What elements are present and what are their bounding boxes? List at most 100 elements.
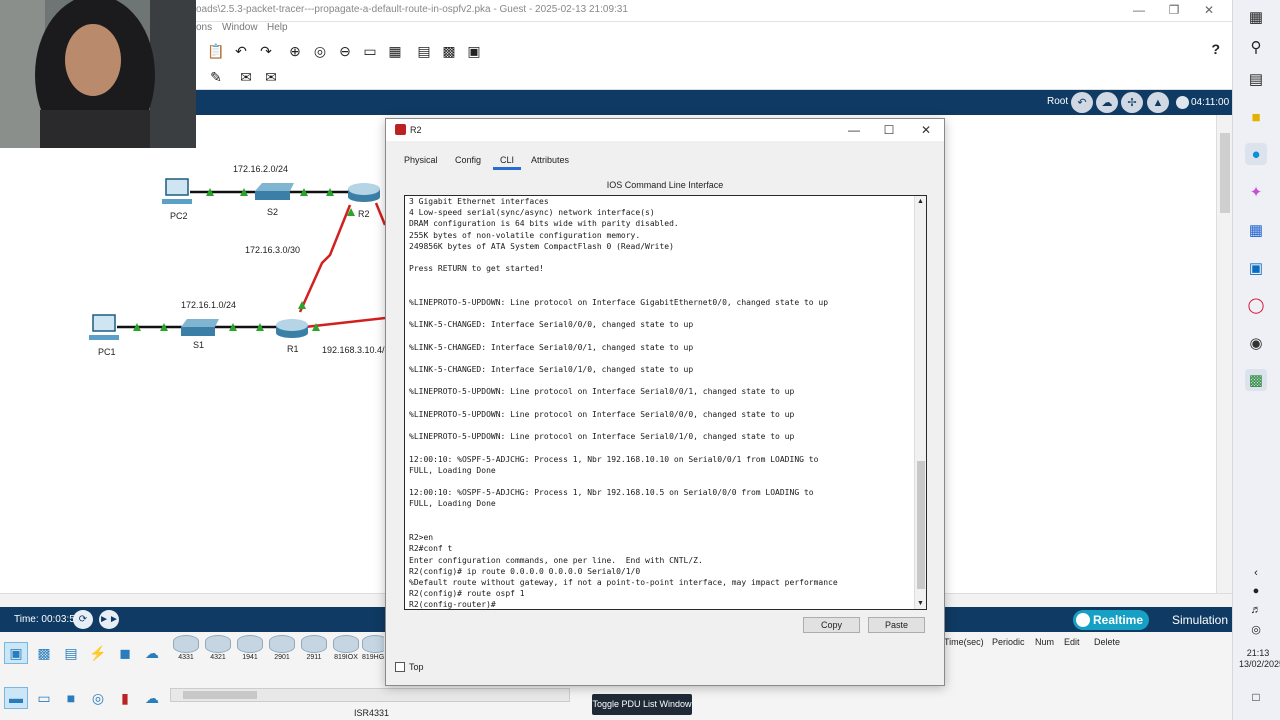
model-819hg[interactable]: 819HG	[362, 635, 384, 665]
device-label-pc1[interactable]: PC1	[98, 347, 116, 357]
restore-button[interactable]: ❐	[1157, 1, 1191, 19]
scroll-up-icon[interactable]: ▲	[917, 198, 924, 205]
switch-s2-icon	[255, 183, 294, 200]
model-819iox[interactable]: 819IOX	[331, 635, 361, 665]
device-label-pc2[interactable]: PC2	[170, 211, 188, 221]
search-icon[interactable]: ⚲	[1245, 36, 1267, 58]
network-devices-category-icon[interactable]: ▣	[4, 642, 28, 664]
connections-category-icon[interactable]: ⚡	[86, 642, 110, 664]
packet-tracer-icon[interactable]: ▩	[1245, 369, 1267, 391]
paste-icon[interactable]: 📋	[206, 41, 226, 61]
copilot-icon[interactable]: ✦	[1245, 181, 1267, 203]
security-subcategory-icon[interactable]: ▮	[113, 687, 137, 709]
mail-icon[interactable]: ✉	[236, 67, 256, 87]
cli-output: 3 Gigabit Ethernet interfaces 4 Low-spee…	[409, 197, 838, 610]
r2-device-window: R2 — ☐ ✕ Physical Config CLI Attributes …	[385, 118, 945, 686]
image-icon[interactable]: ▣	[464, 41, 484, 61]
cloud-icon[interactable]: ☁	[1096, 92, 1118, 113]
menu-window[interactable]: Window	[222, 22, 258, 33]
device-label-s1[interactable]: S1	[193, 340, 204, 350]
wan-emulation-subcategory-icon[interactable]: ☁	[140, 687, 164, 709]
menu-options[interactable]: ons	[196, 22, 212, 33]
menu-help[interactable]: Help	[267, 22, 288, 33]
document-icon[interactable]: ▤	[414, 41, 434, 61]
opera-icon[interactable]: ◯	[1245, 294, 1267, 316]
device-label-r1[interactable]: R1	[287, 344, 299, 354]
realtime-button[interactable]: Realtime	[1073, 610, 1149, 630]
components-category-icon[interactable]: ▤	[59, 642, 83, 664]
device-label-r2[interactable]: R2	[358, 209, 370, 219]
model-scrollbar[interactable]	[170, 688, 570, 702]
routers-subcategory-icon[interactable]: ▬	[4, 687, 28, 709]
inspect-icon[interactable]: ✎	[206, 67, 226, 87]
undo-icon[interactable]: ↶	[231, 41, 251, 61]
landscape-icon[interactable]: ▲	[1147, 92, 1169, 113]
model-2901[interactable]: 2901	[267, 635, 297, 665]
network-icon[interactable]: ◎	[1245, 618, 1267, 640]
simulation-label: Simulation	[1172, 613, 1229, 627]
model-4321[interactable]: 4321	[203, 635, 233, 665]
realtime-label: Realtime	[1093, 613, 1144, 627]
r2-minimize-button[interactable]: —	[839, 121, 869, 139]
windows-taskbar: ▦ ⚲ ▤ ■ ● ✦ ▦ ▣ ◯ ◉ ▩ ‹ ● ♬ ◎ 21:13 13/0…	[1232, 0, 1280, 720]
model-4331[interactable]: 4331	[171, 635, 201, 665]
model-1941[interactable]: 1941	[235, 635, 265, 665]
r2-close-button[interactable]: ✕	[911, 121, 941, 139]
minimize-button[interactable]: —	[1122, 1, 1156, 19]
device-label-s2[interactable]: S2	[267, 207, 278, 217]
wireless-subcategory-icon[interactable]: ◎	[86, 687, 110, 709]
rectangle-icon[interactable]: ▭	[360, 41, 380, 61]
copy-button[interactable]: Copy	[803, 617, 860, 633]
workspace-vertical-scrollbar[interactable]	[1216, 115, 1232, 593]
windows-start-icon[interactable]: ▦	[1245, 6, 1267, 28]
cli-terminal[interactable]: 3 Gigabit Ethernet interfaces 4 Low-spee…	[404, 195, 927, 610]
move-icon[interactable]: ✢	[1121, 92, 1143, 113]
tab-physical[interactable]: Physical	[404, 155, 438, 165]
model-2911[interactable]: 2911	[299, 635, 329, 665]
pdu-col-delete: Delete	[1094, 637, 1121, 647]
scroll-down-icon[interactable]: ▼	[917, 600, 924, 607]
zoom-in-icon[interactable]: ⊕	[285, 41, 305, 61]
taskbar-clock[interactable]: 21:13 13/02/2025	[1239, 648, 1280, 670]
pdu-col-edit: Edit	[1064, 637, 1080, 647]
close-button[interactable]: ✕	[1192, 1, 1226, 19]
simulation-button[interactable]: Simulation	[1152, 610, 1232, 630]
toggle-pdu-list-button[interactable]: Toggle PDU List Window	[592, 694, 692, 715]
pc1-icon	[89, 314, 119, 340]
help-icon[interactable]: ?	[1211, 41, 1220, 57]
end-devices-category-icon[interactable]: ▩	[32, 642, 56, 664]
notification-icon[interactable]: □	[1245, 686, 1267, 708]
fast-forward-icon[interactable]: ►►	[99, 610, 119, 629]
redo-icon[interactable]: ↷	[256, 41, 276, 61]
top-checkbox-label: Top	[409, 662, 424, 672]
zoom-reset-icon[interactable]: ◎	[310, 41, 330, 61]
tab-cli[interactable]: CLI	[493, 155, 521, 170]
cli-scrollbar[interactable]: ▲ ▼	[914, 196, 926, 609]
switch-s1-icon	[181, 319, 219, 336]
store-icon[interactable]: ▦	[1245, 219, 1267, 241]
clock-badge: 04:11:00	[1174, 93, 1232, 112]
top-checkbox[interactable]	[395, 662, 405, 672]
back-icon[interactable]: ↶	[1071, 92, 1093, 113]
edge-icon[interactable]: ●	[1245, 143, 1267, 165]
paste-button[interactable]: Paste	[868, 617, 925, 633]
device-icon[interactable]: ▩	[439, 41, 459, 61]
power-cycle-icon[interactable]: ⟳	[73, 610, 93, 629]
tab-attributes[interactable]: Attributes	[531, 155, 569, 165]
tab-config[interactable]: Config	[455, 155, 481, 165]
multiuser-category-icon[interactable]: ☁	[140, 642, 164, 664]
misc-category-icon[interactable]: ◼	[113, 642, 137, 664]
pdu-col-num: Num	[1035, 637, 1055, 647]
palette-icon[interactable]: ▦	[385, 41, 405, 61]
obs-icon[interactable]: ◉	[1245, 332, 1267, 354]
r2-maximize-button[interactable]: ☐	[874, 121, 904, 139]
task-view-icon[interactable]: ▤	[1245, 68, 1267, 90]
network-label: 172.16.3.0/30	[245, 245, 301, 255]
open-mail-icon[interactable]: ✉	[261, 67, 281, 87]
zoom-out-icon[interactable]: ⊖	[335, 41, 355, 61]
clock-icon	[1076, 613, 1090, 627]
hubs-subcategory-icon[interactable]: ■	[59, 687, 83, 709]
outlook-icon[interactable]: ▣	[1245, 257, 1267, 279]
file-explorer-icon[interactable]: ■	[1245, 106, 1267, 128]
switches-subcategory-icon[interactable]: ▭	[32, 687, 56, 709]
